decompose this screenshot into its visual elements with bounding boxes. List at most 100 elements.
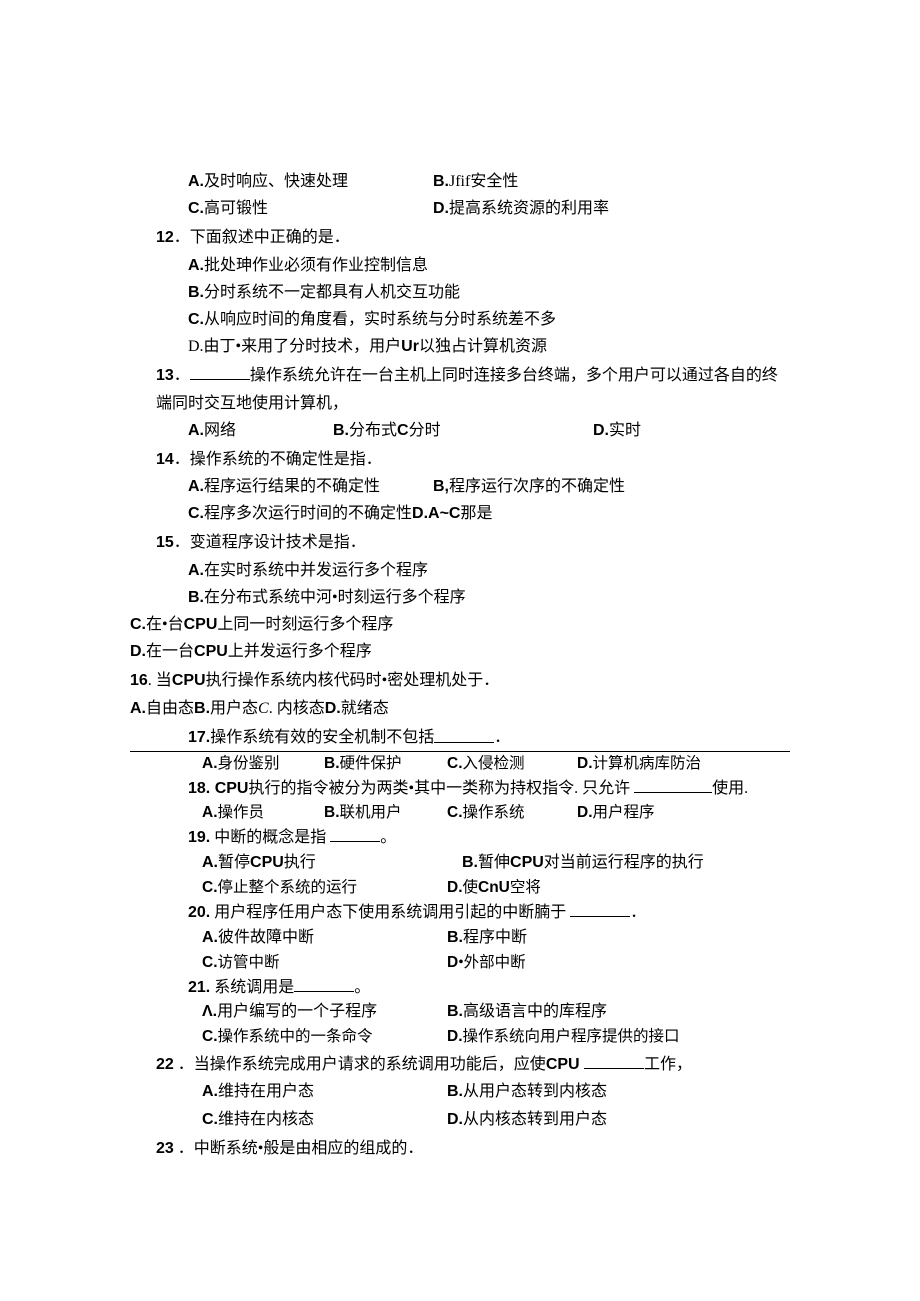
- q11-optC: C.高可锻性: [188, 195, 433, 222]
- q19-optA-pre: 暂停: [218, 854, 250, 871]
- q21-stem-text: 系统调用是: [210, 979, 294, 996]
- q20-stem-text: 用户程序任用户态下使用系统调用引起的中断腩于: [210, 904, 570, 921]
- q16-num: 16: [130, 672, 148, 689]
- q11-optC-text: 高可锻性: [204, 200, 268, 217]
- q20-optB-text: 程序中断: [463, 929, 527, 946]
- q20-optC: C.访管中断: [202, 951, 447, 975]
- q22-stem-bold: CPU: [546, 1056, 584, 1073]
- q15-optC: C.在•台CPU上同一时刻运行多个程序: [130, 611, 790, 638]
- q17-optC: C.入侵检测: [447, 752, 577, 776]
- q14-optC-bold: D.A~C: [412, 505, 460, 522]
- q23-stem: 23 ．中断系统•般是由相应的组成的．: [130, 1135, 790, 1162]
- q20-row1: A.彼件故障中断 B.程序中断: [130, 926, 790, 951]
- q12-optA: A.批处珅作业必须有作业控制信息: [130, 252, 790, 279]
- q21-block: 21. 系统调用是。 Λ.用户编写的一个子程序 B.高级语言中的库程序 C.操作…: [130, 975, 790, 1050]
- q18-optC: C.操作系统: [447, 801, 577, 825]
- q19-stem: 19. 中断的概念是指 。: [130, 825, 790, 851]
- q15-stem-text: ．变道程序设计技术是指．: [174, 534, 366, 551]
- q19-block: 19. 中断的概念是指 。 A.暂停CPU执行 B.暂伸CPU对当前运行程序的执…: [130, 825, 790, 900]
- q12-optD: D.由丁•来用了分时技术，用户Ur以独占计算机资源: [130, 333, 790, 360]
- q13-opts: A.网络 B.分布式C分时 D.实时: [130, 417, 790, 444]
- q23-num: 23: [156, 1140, 174, 1157]
- q22-optB-text: 从用户态转到内核态: [463, 1083, 607, 1100]
- q17-blank: [434, 726, 494, 743]
- q16-optB: 用户态: [210, 700, 258, 717]
- q19-optA-post: 执行: [284, 854, 316, 871]
- q18-optD: D.用户程序: [577, 801, 655, 825]
- q18-optA: A.操作员: [202, 801, 324, 825]
- q12-stem-text: ．下面叙述中正确的是．: [174, 229, 350, 246]
- q20-optB: B.程序中断: [447, 926, 527, 951]
- q17-block: 17. 操作系统有效的安全机制不包括 ． A.身份鉴别 B.硬件保护 C.入侵检…: [130, 726, 790, 776]
- q14-optA: A.程序运行结果的不确定性: [188, 473, 433, 500]
- q13-optB: B.分布式C分时: [333, 417, 593, 444]
- q19-optB: B.暂伸CPU对当前运行程序的执行: [462, 851, 704, 876]
- q11-row2: C.高可锻性 D.提高系统资源的利用率: [130, 195, 790, 222]
- q13-blank: [190, 363, 250, 380]
- q14-row1: A.程序运行结果的不确定性 B,程序运行次序的不确定性: [130, 473, 790, 500]
- q22-stem-pre: ．当操作系统完成用户请求的系统调用功能后，应使: [174, 1056, 546, 1073]
- q19-num: 19.: [188, 829, 210, 846]
- q20-optD-post: •外部中断: [458, 954, 525, 971]
- q19-optD-bold: CnU: [478, 879, 510, 896]
- q21-optD: D.操作系统向用户程序提供的接口: [447, 1025, 680, 1049]
- q11-optA-text: 及时响应、快速处理: [204, 173, 348, 190]
- q20-optD: D•外部中断: [447, 951, 526, 975]
- q19-stem-text: 中断的概念是指: [210, 829, 330, 846]
- q22-optD: D.从内核态转到用户态: [447, 1106, 607, 1133]
- q15-optC-pre: 在•台: [146, 616, 184, 633]
- q21-optB: B.高级语言中的库程序: [447, 1000, 607, 1025]
- q19-optA: A.暂停CPU执行: [202, 851, 462, 876]
- q17-optB-text: 硬件保护: [340, 755, 402, 772]
- q14-optC-post: 那是: [460, 505, 492, 522]
- q18-num: 18.: [188, 780, 210, 797]
- q18-stem: 18. CPU执行的指令被分为两类•其中一类称为持权指令. 只允许 使用.: [130, 776, 790, 802]
- q16-stem-bold: CPU: [172, 672, 206, 689]
- q22-optD-text: 从内核态转到用户态: [463, 1111, 607, 1128]
- q21-stem-end: 。: [354, 979, 370, 996]
- q14-num: 14: [156, 451, 174, 468]
- q17-num: 17.: [188, 726, 210, 751]
- q19-optA-bold: CPU: [250, 854, 284, 871]
- q12-stem: 12．下面叙述中正确的是．: [130, 224, 790, 251]
- q18-optA-text: 操作员: [218, 804, 265, 821]
- q14-optB-text: 程序运行次序的不确定性: [449, 478, 625, 495]
- q21-blank: [294, 975, 354, 992]
- q20-optA: A.彼件故障中断: [202, 926, 447, 951]
- q16-optC-pre: C: [258, 700, 269, 717]
- q13-stem-pre: ．: [174, 367, 190, 384]
- q18-optB-text: 联机用户: [340, 804, 402, 821]
- q13-optB-bold: C: [397, 422, 409, 439]
- q16-stem-pre: . 当: [148, 672, 172, 689]
- q16-stem: 16. 当CPU执行操作系统内核代码时•密处理机处于．: [130, 667, 790, 694]
- q13-optD-text: 实时: [609, 422, 641, 439]
- q18-stem-mid: 执行的指令被分为两类•其中一类称为持权指令. 只允许: [248, 780, 634, 797]
- q14-stem: 14．操作系统的不确定性是指．: [130, 446, 790, 473]
- q14-optB: B,程序运行次序的不确定性: [433, 473, 625, 500]
- q15-optD-post: 上并发运行多个程序: [228, 643, 372, 660]
- q22-row1: A.维持在用户态 B.从用户态转到内核态: [130, 1078, 790, 1105]
- q22-optB: B.从用户态转到内核态: [447, 1078, 607, 1105]
- q21-row1: Λ.用户编写的一个子程序 B.高级语言中的库程序: [130, 1000, 790, 1025]
- q15-optB-text: 在分布式系统中河•时刻运行多个程序: [204, 589, 466, 606]
- q22-stem: 22 ．当操作系统完成用户请求的系统调用功能后，应使CPU 工作，: [130, 1051, 790, 1078]
- q18-blank: [634, 776, 712, 793]
- q15-optA-text: 在实时系统中并发运行多个程序: [204, 562, 428, 579]
- q19-stem-end: 。: [380, 829, 396, 846]
- q17-stem-text: 操作系统有效的安全机制不包括: [210, 726, 434, 751]
- q22-blank: [584, 1052, 644, 1069]
- q19-optC-text: 停止整个系统的运行: [218, 879, 358, 896]
- q12-optB-text: 分时系统不一定都具有人机交互功能: [204, 284, 460, 301]
- q19-optC: C.停止整个系统的运行: [202, 876, 447, 900]
- q22-optC-text: 维持在内核态: [218, 1111, 314, 1128]
- q11-optB: B.Jfif安全性: [433, 168, 518, 195]
- q14-stem-text: ．操作系统的不确定性是指．: [174, 451, 382, 468]
- q17-opts: A.身份鉴别 B.硬件保护 C.入侵检测 D.计算机病库防治: [130, 752, 790, 776]
- q15-num: 15: [156, 534, 174, 551]
- q17-stem-end: ．: [494, 726, 510, 751]
- q13-optB-pre: 分布式: [349, 422, 397, 439]
- q16-stem-post: 执行操作系统内核代码时•密处理机处于．: [206, 672, 500, 689]
- q13-optA-text: 网络: [204, 422, 236, 439]
- q17-optA: A.身份鉴别: [202, 752, 324, 776]
- q15-optD-bold: CPU: [194, 643, 228, 660]
